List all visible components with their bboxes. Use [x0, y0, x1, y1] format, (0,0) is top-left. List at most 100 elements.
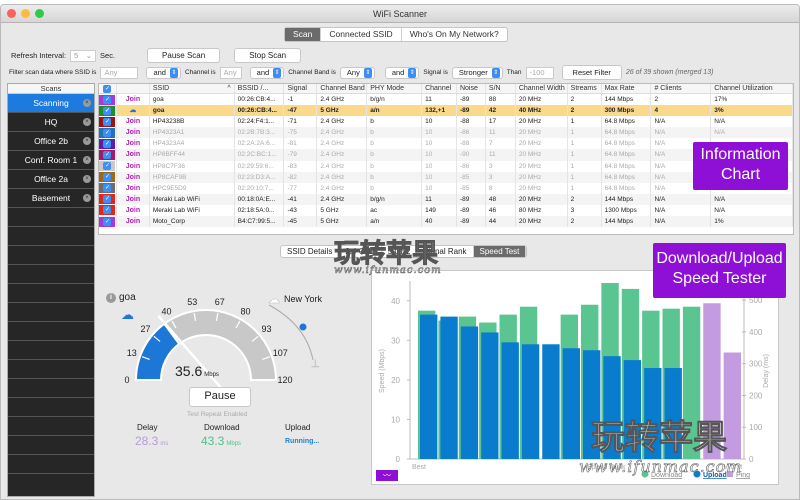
and-select-2[interactable]: and ⇕: [249, 66, 285, 79]
table-row[interactable]: ✓ Join HP4323A4 02:2A:2A:6... -81 2.4 GHz b 10-…: [99, 138, 793, 150]
than-input[interactable]: -100: [525, 66, 554, 79]
cell-rate: 64.8 Mbps: [602, 149, 652, 161]
column-header-signal[interactable]: Signal: [284, 84, 318, 93]
tab-connected-ssid[interactable]: Connected SSID: [321, 28, 402, 41]
delay-value: 28.3 ms: [135, 434, 169, 448]
cell-bssid: 02:18:5A:0...: [235, 204, 285, 217]
table-row[interactable]: ✓ Join HP8CAF9B 02:23:D3:A... -82 2.4 GHz b 10-…: [99, 171, 793, 183]
table-row[interactable]: ✓ ☁ goa 00:26:CB:4... -47 5 GHz a/n 132,+1 -89 42…: [99, 105, 793, 117]
signal-select[interactable]: Stronger ⇕: [451, 66, 503, 79]
column-header-max-rate[interactable]: Max Rate: [602, 84, 652, 93]
band-select[interactable]: Any ⇕: [339, 66, 375, 79]
download-value: 43.3 Mbps: [201, 434, 242, 448]
info-icon[interactable]: i: [106, 292, 116, 303]
zoom-button[interactable]: [35, 9, 44, 18]
row-checkbox[interactable]: ✓: [99, 105, 117, 117]
join-button[interactable]: Join: [117, 116, 150, 128]
column-header-streams[interactable]: Streams: [568, 84, 602, 93]
tab-speed-test[interactable]: Speed Test: [473, 246, 527, 257]
cell-sn: 8: [486, 182, 516, 194]
channel-filter-input[interactable]: Any: [219, 66, 242, 79]
pause-scan-button[interactable]: Pause Scan: [147, 48, 221, 63]
join-button[interactable]: Join: [117, 216, 150, 228]
table-row[interactable]: ✓ Join goa 00:26:CB:4... -1 2.4 GHz b/g/n 11 -89…: [99, 94, 793, 106]
join-button[interactable]: Join: [117, 94, 150, 106]
join-button[interactable]: Join: [117, 149, 150, 161]
join-button[interactable]: Join: [117, 182, 150, 194]
sidebar-item-scan[interactable]: Scanning ×: [8, 94, 94, 113]
column-header-channel-band[interactable]: Channel Band: [317, 84, 368, 93]
column-header-channel[interactable]: Channel: [422, 84, 457, 93]
table-row[interactable]: ✓ Join Moto_Corp B4:C7:99:5... -45 5 GHz a/n 40…: [99, 216, 793, 228]
table-row[interactable]: ✓ Join HPC9E5D9 02:20:10:7... -77 2.4 GHz b 10-…: [99, 182, 793, 194]
table-row[interactable]: ✓ Join Meraki Lab WiFi 02:18:5A:0... -43 5 GH…: [99, 204, 793, 217]
row-checkbox[interactable]: ✓: [99, 216, 117, 228]
column-header-noise[interactable]: Noise: [457, 84, 486, 93]
cell-noise: -85: [457, 182, 486, 194]
tab-scan[interactable]: Scan: [285, 28, 322, 41]
cell-ssid: HP8C7F36: [150, 160, 235, 172]
close-scan-icon[interactable]: ×: [83, 156, 91, 164]
table-row[interactable]: ✓ Join HP8C7F36 02:29:59:6... -83 2.4 GHz b 10-…: [99, 160, 793, 172]
close-scan-icon[interactable]: ×: [83, 137, 91, 145]
row-checkbox[interactable]: ✓: [99, 149, 117, 161]
column-header-phy-mode[interactable]: PHY Mode: [367, 84, 423, 93]
sec-label: Sec.: [100, 51, 116, 60]
cell-phy: b: [367, 149, 423, 161]
cell-channel: 40: [422, 216, 457, 228]
close-scan-icon[interactable]: ×: [83, 194, 91, 202]
column-header-ssid[interactable]: SSID ^: [150, 84, 235, 93]
cell-clients: N/A: [651, 193, 712, 205]
row-checkbox[interactable]: ✓: [99, 182, 117, 194]
row-checkbox[interactable]: ✓: [99, 127, 117, 139]
column-header-channel-width[interactable]: Channel Width: [516, 84, 568, 93]
row-checkbox[interactable]: ✓: [99, 116, 117, 128]
table-row[interactable]: ✓ Join HP8BFF44 02:2C:BC:1... -79 2.4 GHz b 10-…: [99, 149, 793, 161]
join-button[interactable]: Join: [117, 160, 150, 172]
x-tick-label: Best: [412, 464, 426, 471]
ssid-filter-input[interactable]: Any: [100, 66, 139, 79]
close-scan-icon[interactable]: ×: [83, 99, 91, 107]
join-button[interactable]: Join: [117, 193, 150, 205]
and-select-1[interactable]: and ⇕: [146, 66, 181, 79]
row-checkbox[interactable]: ✓: [99, 204, 117, 217]
sidebar-item-scan[interactable]: Conf. Room 1 ×: [8, 151, 94, 170]
chart-toggle-icon[interactable]: 〰: [376, 470, 398, 481]
column-header-clients[interactable]: # Clients: [651, 84, 712, 93]
sidebar-item-scan[interactable]: Basement ×: [8, 189, 94, 208]
stop-scan-button[interactable]: Stop Scan: [234, 48, 302, 63]
cell-phy: a/n: [367, 216, 423, 228]
tab-whos-on-network[interactable]: Who's On My Network?: [402, 28, 507, 41]
reset-filter-button[interactable]: Reset Filter: [561, 65, 622, 80]
close-scan-icon[interactable]: ×: [83, 118, 91, 126]
cell-utilization: 1%: [711, 216, 793, 228]
row-checkbox[interactable]: ✓: [99, 171, 117, 183]
column-header-channel-utilization[interactable]: Channel Utilization: [711, 84, 793, 93]
and-select-3[interactable]: and ⇕: [384, 66, 420, 79]
refresh-interval-field[interactable]: 5 ⌄: [70, 49, 97, 62]
join-button[interactable]: Join: [117, 204, 150, 217]
close-button[interactable]: [7, 9, 16, 18]
minimize-button[interactable]: [21, 9, 30, 18]
select-all-checkbox[interactable]: ✓: [99, 84, 117, 93]
tab-ssid-details[interactable]: SSID Details: [281, 246, 340, 257]
cell-width: 80 MHz: [516, 204, 568, 217]
sidebar-item-scan[interactable]: Office 2a ×: [8, 170, 94, 189]
table-row[interactable]: ✓ Join HP4323A1 02:2B:7B:3... -75 2.4 GHz b 10-…: [99, 127, 793, 139]
join-button[interactable]: Join: [117, 127, 150, 139]
table-row[interactable]: ✓ Join HP43238B 02:24:F4:1... -71 2.4 GHz b 10-…: [99, 116, 793, 128]
row-checkbox[interactable]: ✓: [99, 94, 117, 106]
pause-test-button[interactable]: Pause: [189, 387, 251, 407]
row-checkbox[interactable]: ✓: [99, 138, 117, 150]
close-scan-icon[interactable]: ×: [83, 175, 91, 183]
join-button[interactable]: Join: [117, 171, 150, 183]
sidebar-item-scan[interactable]: Office 2b ×: [8, 132, 94, 151]
table-row[interactable]: ✓ Join Meraki Lab WiFi 00:18:0A:E... -41 2.4 …: [99, 193, 793, 205]
column-header-bssid[interactable]: BSSID /...: [235, 84, 285, 93]
row-checkbox[interactable]: ✓: [99, 193, 117, 205]
column-header-sn[interactable]: S/N: [486, 84, 516, 93]
server-location[interactable]: New York: [284, 294, 322, 304]
join-button[interactable]: Join: [117, 138, 150, 150]
sidebar-item-scan[interactable]: HQ ×: [8, 113, 94, 132]
row-checkbox[interactable]: ✓: [99, 160, 117, 172]
